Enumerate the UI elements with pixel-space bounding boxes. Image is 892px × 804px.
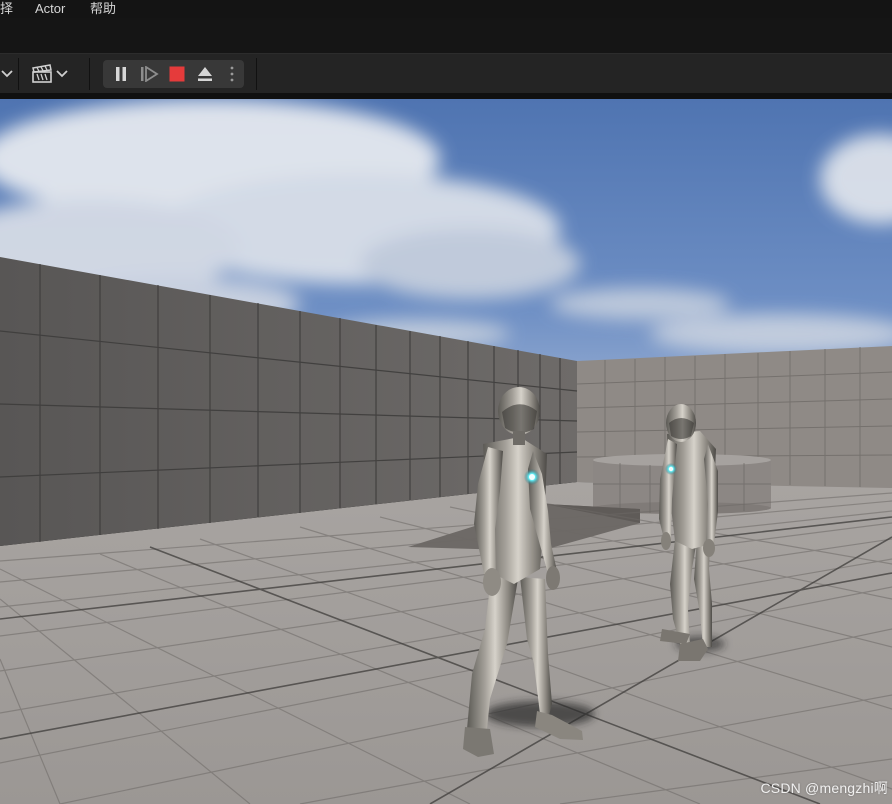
stop-icon[interactable]	[168, 65, 186, 83]
toolbar-divider	[89, 58, 90, 90]
level-toolbar	[0, 53, 892, 94]
pause-icon[interactable]	[111, 65, 131, 83]
eject-icon[interactable]	[195, 65, 215, 83]
chevron-down-icon[interactable]	[0, 66, 14, 82]
step-frame-icon[interactable]	[139, 65, 161, 83]
menu-item-select[interactable]: 择	[0, 1, 13, 17]
menu-item-help[interactable]: 帮助	[90, 1, 116, 17]
more-options-icon[interactable]	[225, 65, 239, 83]
play-controls	[103, 60, 244, 88]
toolbar-divider	[256, 58, 257, 90]
menu-bar: 择 Actor 帮助	[0, 0, 892, 18]
editor-window: 择 Actor 帮助 CSDN @mengzhi啊	[0, 0, 892, 804]
clapperboard-icon[interactable]	[30, 63, 54, 85]
scene-render	[0, 99, 892, 804]
menu-item-actor[interactable]: Actor	[35, 1, 65, 17]
watermark: CSDN @mengzhi啊	[760, 780, 888, 796]
toolbar-divider	[18, 58, 19, 90]
chevron-down-icon[interactable]	[55, 66, 69, 82]
level-viewport[interactable]: CSDN @mengzhi啊	[0, 99, 892, 804]
tab-strip	[0, 18, 892, 53]
